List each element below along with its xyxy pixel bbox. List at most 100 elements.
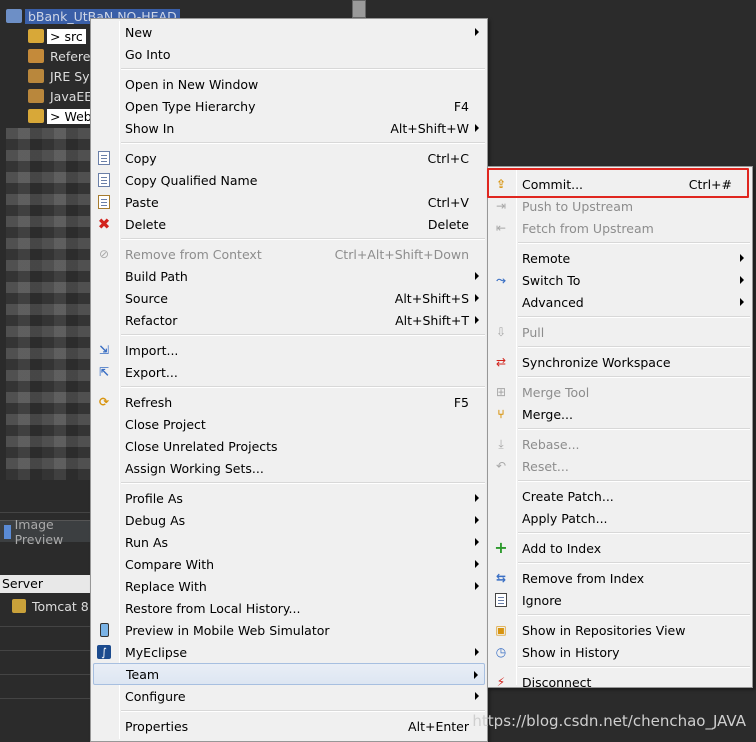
menu-item-label: Advanced	[522, 294, 584, 310]
watermark: https://blog.csdn.net/chenchao_JAVA	[472, 712, 746, 730]
menu-item-label: Open in New Window	[125, 76, 259, 92]
tab-image-preview[interactable]: Image Preview	[0, 517, 90, 547]
menu-item-assign-working-sets[interactable]: Assign Working Sets...	[93, 457, 485, 479]
menu-item-copy[interactable]: Copy Ctrl+C	[93, 147, 485, 169]
menu-item-shortcut: Alt+Enter	[408, 718, 469, 734]
menu-item-open-type-hierarchy[interactable]: Open Type Hierarchy F4	[93, 95, 485, 117]
menu-item-go-into[interactable]: Go Into	[93, 43, 485, 65]
menu-item-debug-as[interactable]: Debug As	[93, 509, 485, 531]
tree-item-javaee[interactable]: JavaEE	[28, 86, 95, 106]
menu-item-refactor[interactable]: Refactor Alt+Shift+T	[93, 309, 485, 331]
tree-item-webroot[interactable]: > Web	[28, 106, 95, 126]
team-item-rebase[interactable]: ⤓ Rebase...	[490, 433, 750, 455]
menu-item-replace-with[interactable]: Replace With	[93, 575, 485, 597]
menu-item-label: Show In	[125, 120, 175, 136]
menu-separator	[121, 68, 485, 70]
menu-item-copy-qualified-name[interactable]: Copy Qualified Name	[93, 169, 485, 191]
menu-item-paste[interactable]: Paste Ctrl+V	[93, 191, 485, 213]
menu-item-myeclipse[interactable]: ∫ MyEclipse	[93, 641, 485, 663]
menu-item-source[interactable]: Source Alt+Shift+S	[93, 287, 485, 309]
menu-item-label: Remote	[522, 250, 571, 266]
team-item-add-to-index[interactable]: + Add to Index	[490, 537, 750, 559]
reset-icon: ↶	[495, 459, 507, 473]
menu-item-label: Push to Upstream	[522, 198, 634, 214]
team-item-remove-from-index[interactable]: ⇆ Remove from Index	[490, 567, 750, 589]
menu-item-profile-as[interactable]: Profile As	[93, 487, 485, 509]
team-item-merge-tool[interactable]: ⊞ Merge Tool	[490, 381, 750, 403]
menu-item-show-in[interactable]: Show In Alt+Shift+W	[93, 117, 485, 139]
menu-item-label: Disconnect	[522, 674, 592, 690]
tree-item-jre-system-library[interactable]: JRE Sy	[28, 66, 93, 86]
menu-item-label: Show in History	[522, 644, 620, 660]
submenu-arrow-icon	[740, 254, 744, 262]
divider	[0, 674, 90, 675]
team-item-pull[interactable]: ⇩ Pull	[490, 321, 750, 343]
submenu-arrow-icon	[475, 294, 479, 302]
menu-item-shortcut: Alt+Shift+T	[395, 312, 469, 328]
menu-item-label: Ignore	[522, 592, 562, 608]
paste-icon	[96, 194, 112, 210]
menu-separator	[518, 480, 750, 482]
divider	[0, 650, 90, 651]
myeclipse-icon: ∫	[96, 644, 112, 660]
tree-item-referenced-libraries[interactable]: Refere	[28, 46, 93, 66]
team-item-disconnect[interactable]: ⚡ Disconnect	[490, 671, 750, 693]
menu-item-team[interactable]: Team	[93, 663, 485, 685]
team-item-create-patch[interactable]: Create Patch...	[490, 485, 750, 507]
image-preview-icon	[4, 524, 11, 539]
server-row-tomcat[interactable]: Tomcat 8	[0, 596, 90, 616]
menu-item-refresh[interactable]: ⟳ Refresh F5	[93, 391, 485, 413]
team-item-ignore[interactable]: Ignore	[490, 589, 750, 611]
team-item-push-upstream[interactable]: ⇥ Push to Upstream	[490, 195, 750, 217]
team-item-apply-patch[interactable]: Apply Patch...	[490, 507, 750, 529]
menu-item-run-as[interactable]: Run As	[93, 531, 485, 553]
menu-separator	[518, 242, 750, 244]
menu-item-open-new-window[interactable]: Open in New Window	[93, 73, 485, 95]
library-icon	[28, 89, 44, 103]
menu-item-close-unrelated-projects[interactable]: Close Unrelated Projects	[93, 435, 485, 457]
team-item-merge[interactable]: ⑂ Merge...	[490, 403, 750, 425]
history-icon: ◷	[495, 645, 507, 659]
team-item-fetch-upstream[interactable]: ⇤ Fetch from Upstream	[490, 217, 750, 239]
menu-item-label: Add to Index	[522, 540, 602, 556]
menu-item-delete[interactable]: ✖ Delete Delete	[93, 213, 485, 235]
menu-item-label: Close Unrelated Projects	[125, 438, 278, 454]
menu-separator	[121, 238, 485, 240]
menu-item-restore-local-history[interactable]: Restore from Local History...	[93, 597, 485, 619]
menu-item-new[interactable]: New	[93, 21, 485, 43]
menu-item-configure[interactable]: Configure	[93, 685, 485, 707]
scrollbar-thumb[interactable]	[352, 0, 366, 18]
menu-item-compare-with[interactable]: Compare With	[93, 553, 485, 575]
menu-item-import[interactable]: ⇲ Import...	[93, 339, 485, 361]
menu-item-label: Replace With	[125, 578, 207, 594]
divider	[0, 626, 90, 627]
menu-item-label: Reset...	[522, 458, 569, 474]
menu-item-remove-from-context[interactable]: ⊘ Remove from Context Ctrl+Alt+Shift+Down	[93, 243, 485, 265]
import-icon: ⇲	[98, 343, 110, 357]
team-item-switch-to[interactable]: ⤳ Switch To	[490, 269, 750, 291]
servers-column-header: Server	[0, 575, 90, 593]
menu-item-preview-mobile[interactable]: Preview in Mobile Web Simulator	[93, 619, 485, 641]
team-item-remote[interactable]: Remote	[490, 247, 750, 269]
menu-item-label: Fetch from Upstream	[522, 220, 654, 236]
team-item-advanced[interactable]: Advanced	[490, 291, 750, 313]
tree-item-src[interactable]: > src	[28, 26, 86, 46]
menu-separator	[121, 334, 485, 336]
menu-separator	[518, 562, 750, 564]
submenu-arrow-icon	[475, 538, 479, 546]
team-item-reset[interactable]: ↶ Reset...	[490, 455, 750, 477]
push-icon: ⇥	[495, 199, 507, 213]
team-item-show-repositories[interactable]: ▣ Show in Repositories View	[490, 619, 750, 641]
library-icon	[28, 69, 44, 83]
submenu-arrow-icon	[475, 560, 479, 568]
menu-item-build-path[interactable]: Build Path	[93, 265, 485, 287]
menu-item-properties[interactable]: Properties Alt+Enter	[93, 715, 485, 737]
team-item-show-history[interactable]: ◷ Show in History	[490, 641, 750, 663]
menu-item-export[interactable]: ⇱ Export...	[93, 361, 485, 383]
project-context-menu: New Go Into Open in New Window Open Type Hi…	[90, 18, 488, 742]
menu-separator	[518, 346, 750, 348]
library-icon	[28, 49, 44, 63]
menu-item-label: Pull	[522, 324, 545, 340]
menu-item-close-project[interactable]: Close Project	[93, 413, 485, 435]
team-item-synchronize[interactable]: ⇄ Synchronize Workspace	[490, 351, 750, 373]
